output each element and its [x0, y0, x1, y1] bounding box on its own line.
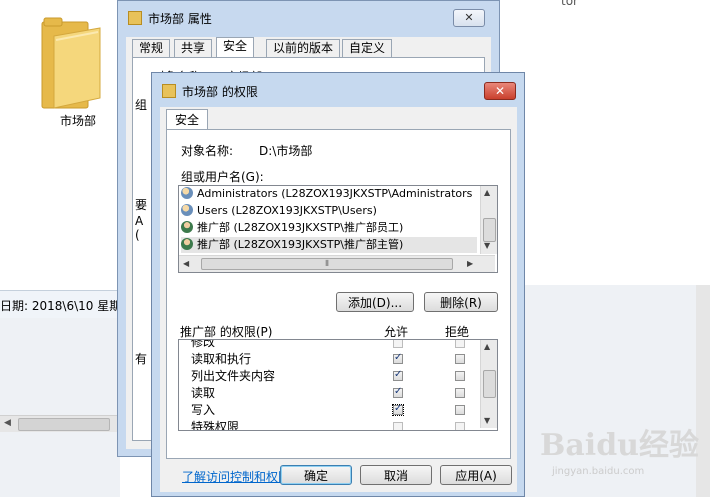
group-or-user-label: 组或用户名(G):: [181, 170, 264, 184]
right-pane-fragment: tor: [561, 0, 578, 8]
access-control-help-link[interactable]: 了解访问控制和权限: [182, 468, 290, 485]
scroll-thumb[interactable]: ⦀: [201, 258, 453, 270]
permission-name: 修改: [191, 339, 216, 349]
scroll-thumb[interactable]: [483, 218, 496, 242]
scroll-left-icon[interactable]: ◀: [183, 259, 189, 268]
deny-column-header: 拒绝: [445, 325, 470, 339]
allow-checkbox[interactable]: [393, 369, 403, 381]
watermark-text: Baidu经验: [540, 428, 699, 463]
allow-checkbox[interactable]: [392, 403, 404, 416]
scroll-right-icon[interactable]: ▶: [467, 259, 473, 268]
fragment-text: (: [135, 228, 140, 242]
tab-security[interactable]: 安全: [216, 37, 255, 58]
user-name: 推广部 (L28ZOX193JKXSTP\推广部主管): [197, 238, 404, 251]
permission-row: 读取: [191, 385, 215, 401]
permissions-title-text: 市场部 的权限: [182, 85, 258, 99]
explorer-bottom-pane: [0, 318, 120, 497]
user-list-horizontal-scrollbar[interactable]: ◀ ⦀ ▶: [179, 255, 495, 272]
explorer-status-bar: 日期: 2018\6\10 星期: [0, 290, 122, 320]
ok-button[interactable]: 确定: [280, 465, 352, 485]
user-list-vertical-scrollbar[interactable]: ▲ ▼: [480, 186, 497, 254]
scroll-left-icon[interactable]: ◀: [4, 418, 11, 428]
scroll-up-icon[interactable]: ▲: [484, 188, 490, 197]
allow-checkbox[interactable]: [393, 422, 403, 430]
baidu-watermark: Baidu经验 jingyan.baidu.com: [540, 420, 705, 490]
deny-checkbox[interactable]: [455, 405, 465, 415]
user-list[interactable]: Administrators (L28ZOX193JKXSTP\Administ…: [178, 185, 498, 273]
permissions-title: 市场部 的权限: [162, 83, 258, 100]
permission-name: 特殊权限: [191, 420, 240, 431]
permissions-for-label: 推广部 的权限(P): [180, 325, 273, 339]
allow-checkbox[interactable]: [393, 340, 403, 348]
close-button[interactable]: ✕: [453, 9, 485, 27]
remove-button[interactable]: 删除(R): [424, 292, 498, 312]
permission-row: 写入: [191, 402, 215, 418]
group-icon: [181, 187, 193, 199]
permission-list: 修改 读取和执行 列出文件夹内容 读取 写入 特殊权限 ▲ ▼: [178, 339, 498, 431]
explorer-right-pane: tor: [498, 0, 710, 285]
deny-checkbox[interactable]: [455, 388, 465, 398]
fragment-text: 要: [135, 198, 148, 212]
list-item[interactable]: Administrators (L28ZOX193JKXSTP\Administ…: [181, 186, 477, 202]
tab-sharing[interactable]: 共享: [174, 39, 213, 57]
deny-checkbox[interactable]: [455, 354, 465, 364]
scroll-thumb[interactable]: [483, 370, 496, 398]
tab-customize[interactable]: 自定义: [342, 39, 393, 57]
allow-checkbox[interactable]: [393, 352, 403, 364]
object-name-value: D:\市场部: [259, 144, 313, 158]
list-item[interactable]: Users (L28ZOX193JKXSTP\Users): [181, 203, 477, 219]
user-icon: [181, 221, 193, 233]
list-item-selected[interactable]: 推广部 (L28ZOX193JKXSTP\推广部主管): [181, 237, 477, 253]
permission-row: 列出文件夹内容: [191, 368, 275, 384]
user-name: Users (L28ZOX193JKXSTP\Users): [197, 204, 377, 217]
permissions-window: 市场部 的权限 ✕ 安全 对象名称: D:\市场部 组或用户名(G): Admi…: [151, 72, 525, 497]
permission-list-scrollbar[interactable]: ▲ ▼: [480, 340, 497, 428]
permissions-body: 安全 对象名称: D:\市场部 组或用户名(G): Administrators…: [160, 107, 517, 492]
user-name: Administrators (L28ZOX193JKXSTP\Administ…: [197, 187, 473, 200]
deny-checkbox[interactable]: [455, 422, 465, 430]
properties-title: 市场部 属性: [128, 10, 212, 27]
permission-row: 特殊权限: [191, 419, 240, 431]
scroll-up-icon[interactable]: ▲: [484, 342, 490, 351]
properties-title-text: 市场部 属性: [148, 12, 212, 26]
scroll-thumb[interactable]: [18, 418, 110, 431]
apply-button[interactable]: 应用(A): [440, 465, 512, 485]
permission-row: 修改: [191, 339, 216, 350]
deny-checkbox[interactable]: [455, 340, 465, 348]
group-icon: [181, 204, 193, 216]
add-button[interactable]: 添加(D)...: [336, 292, 414, 312]
object-name-label: 对象名称:: [181, 144, 234, 158]
fragment-text: 组: [135, 98, 148, 112]
scroll-down-icon[interactable]: ▼: [484, 416, 490, 425]
user-name: 推广部 (L28ZOX193JKXSTP\推广部员工): [197, 221, 404, 234]
scroll-down-icon[interactable]: ▼: [484, 241, 490, 250]
permission-name: 读取: [191, 386, 216, 400]
cancel-button[interactable]: 取消: [360, 465, 432, 485]
tab-previous-versions[interactable]: 以前的版本: [266, 39, 341, 57]
allow-checkbox[interactable]: [393, 386, 403, 398]
deny-checkbox[interactable]: [455, 371, 465, 381]
fragment-text: 有: [135, 352, 148, 366]
allow-column-header: 允许: [384, 325, 409, 339]
close-button[interactable]: ✕: [484, 82, 516, 100]
fragment-text: A: [135, 214, 144, 228]
folder-label[interactable]: 市场部: [60, 112, 96, 129]
tab-general[interactable]: 常规: [132, 39, 171, 57]
tab-security[interactable]: 安全: [166, 109, 208, 130]
watermark-subtext: jingyan.baidu.com: [552, 466, 645, 477]
folder-icon: [162, 84, 176, 98]
permission-name: 写入: [191, 403, 216, 417]
permission-row: 读取和执行: [191, 351, 251, 367]
explorer-horizontal-scrollbar[interactable]: ◀: [0, 415, 120, 432]
folder-icon[interactable]: [40, 14, 102, 110]
list-item[interactable]: 推广部 (L28ZOX193JKXSTP\推广部员工): [181, 220, 477, 236]
permission-name: 列出文件夹内容: [191, 369, 276, 383]
folder-icon: [128, 11, 142, 25]
permission-name: 读取和执行: [191, 352, 252, 366]
date-status-text: 日期: 2018\6\10 星期: [0, 299, 122, 313]
user-icon: [181, 238, 193, 250]
